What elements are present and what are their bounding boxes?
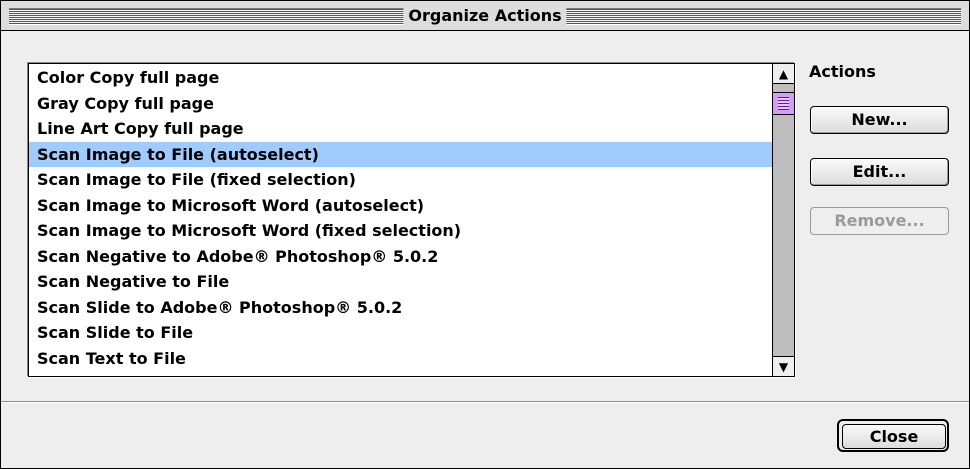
list-item[interactable]: Scan Slide to File xyxy=(29,320,772,346)
title-bar[interactable]: Organize Actions xyxy=(1,1,969,31)
list-item[interactable]: Scan Slide to Adobe® Photoshop® 5.0.2 xyxy=(29,295,772,321)
list-item[interactable]: Line Art Copy full page xyxy=(29,116,772,142)
list-item[interactable]: Scan Negative to File xyxy=(29,269,772,295)
scroll-up-arrow-icon: ▲ xyxy=(778,66,789,81)
list-scrollbar[interactable]: ▲ ▼ xyxy=(772,64,794,376)
actions-heading: Actions xyxy=(809,62,876,81)
default-button-ring: Close xyxy=(837,419,949,452)
scroll-up-button[interactable]: ▲ xyxy=(773,64,794,84)
scroll-thumb[interactable] xyxy=(773,92,794,115)
edit-button[interactable]: Edit... xyxy=(810,158,949,186)
list-item[interactable]: Scan Image to File (fixed selection) xyxy=(29,167,772,193)
list-item[interactable]: Scan Text to File xyxy=(29,346,772,372)
close-button[interactable]: Close xyxy=(842,424,946,449)
scroll-down-arrow-icon: ▼ xyxy=(778,359,789,374)
remove-button: Remove... xyxy=(810,207,949,235)
window-title: Organize Actions xyxy=(403,5,567,26)
actions-list-rows: Color Copy full page Gray Copy full page L… xyxy=(29,65,772,371)
list-item[interactable]: Scan Negative to Adobe® Photoshop® 5.0.2 xyxy=(29,244,772,270)
new-button[interactable]: New... xyxy=(810,106,949,134)
list-item[interactable]: Scan Image to Microsoft Word (fixed sele… xyxy=(29,218,772,244)
list-item[interactable]: Gray Copy full page xyxy=(29,91,772,117)
actions-list[interactable]: Color Copy full page Gray Copy full page L… xyxy=(28,63,795,377)
list-item[interactable]: Scan Image to File (autoselect) xyxy=(29,141,772,167)
scroll-thumb-grip xyxy=(778,97,789,110)
organize-actions-window: Organize Actions Color Copy full page Gra… xyxy=(0,0,970,469)
list-item[interactable]: Scan Image to Microsoft Word (autoselect… xyxy=(29,193,772,219)
scroll-down-button[interactable]: ▼ xyxy=(773,356,794,376)
footer-divider xyxy=(1,401,969,403)
list-item[interactable]: Color Copy full page xyxy=(29,65,772,91)
